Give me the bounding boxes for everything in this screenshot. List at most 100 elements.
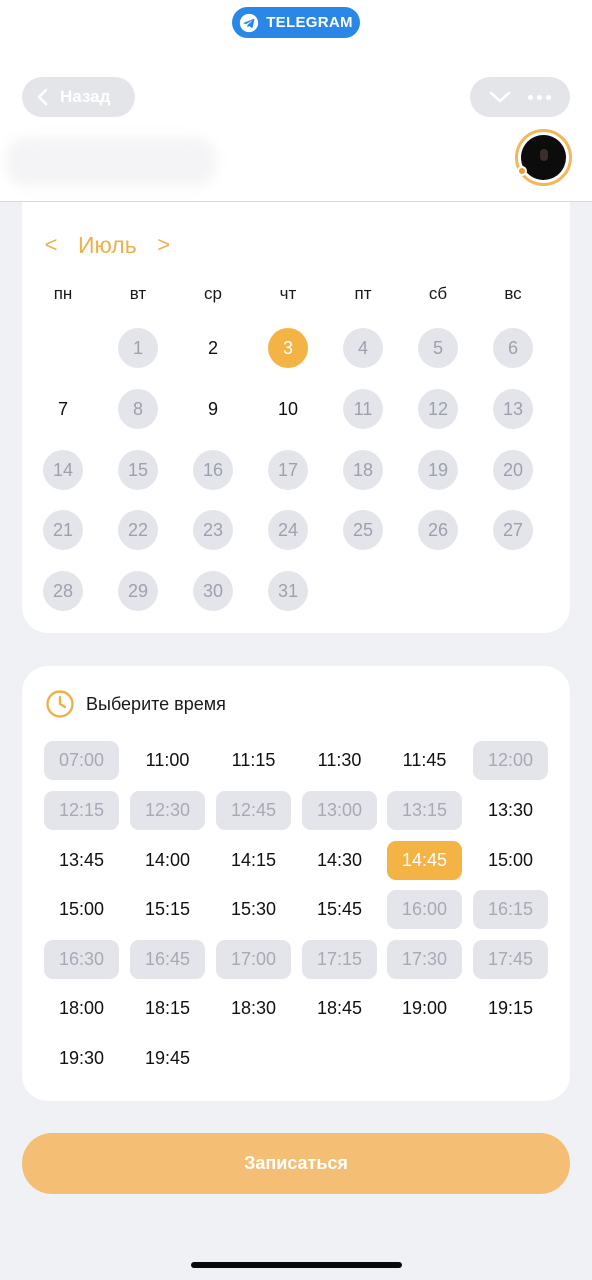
time-slot[interactable]: 19:45 — [130, 1039, 205, 1078]
calendar-day: 23 — [193, 510, 233, 550]
chevron-down-icon[interactable] — [489, 90, 511, 104]
time-slot: 16:15 — [473, 890, 548, 929]
time-slot[interactable]: 15:30 — [216, 890, 291, 929]
time-slot[interactable]: 19:00 — [387, 989, 462, 1028]
calendar-day[interactable]: 3 — [268, 328, 308, 368]
time-slot[interactable]: 15:00 — [44, 890, 119, 929]
time-header-label: Выберите время — [86, 693, 226, 714]
telegram-badge: TELEGRAM — [232, 7, 360, 38]
time-header: Выберите время — [45, 689, 226, 719]
calendar-day: 31 — [268, 571, 308, 611]
time-slot[interactable]: 13:30 — [473, 791, 548, 830]
weekday-label: ср — [204, 284, 222, 303]
weekday-label: вт — [129, 284, 147, 303]
telegram-label: TELEGRAM — [266, 14, 353, 31]
weekday-label: чт — [279, 284, 297, 303]
avatar[interactable] — [515, 129, 572, 186]
calendar-day: 4 — [343, 328, 383, 368]
time-slot: 12:00 — [473, 741, 548, 780]
time-slot: 13:15 — [387, 791, 462, 830]
time-slot[interactable]: 14:30 — [302, 841, 377, 880]
weekday-label: вс — [504, 284, 522, 303]
calendar-day: 24 — [268, 510, 308, 550]
calendar-day: 18 — [343, 450, 383, 490]
home-indicator — [191, 1262, 402, 1268]
time-slot: 17:30 — [387, 940, 462, 979]
calendar-card: < Июль > пн вт ср чт пт сб вс 1 2 3 4 5 6 7 8 9 10 11 12 1… — [22, 202, 570, 633]
time-slot: 17:00 — [216, 940, 291, 979]
calendar-day: 8 — [118, 389, 158, 429]
time-slot[interactable]: 18:15 — [130, 989, 205, 1028]
time-slot: 16:00 — [387, 890, 462, 929]
calendar-day: 15 — [118, 450, 158, 490]
calendar-day: 25 — [343, 510, 383, 550]
time-slot: 12:15 — [44, 791, 119, 830]
header-actions — [470, 77, 570, 117]
calendar-day: 17 — [268, 450, 308, 490]
time-slot[interactable]: 18:30 — [216, 989, 291, 1028]
time-slot[interactable]: 15:45 — [302, 890, 377, 929]
prev-month-button[interactable]: < — [42, 232, 60, 258]
calendar-day: 12 — [418, 389, 458, 429]
time-slot[interactable]: 19:30 — [44, 1039, 119, 1078]
back-button[interactable]: Назад — [22, 77, 135, 117]
weekday-label: пн — [53, 284, 73, 303]
more-dots-icon[interactable] — [528, 94, 552, 100]
submit-button[interactable]: Записаться — [22, 1133, 570, 1194]
calendar-day: 16 — [193, 450, 233, 490]
calendar-day[interactable]: 7 — [43, 389, 83, 429]
time-slot: 16:45 — [130, 940, 205, 979]
calendar-day: 11 — [343, 389, 383, 429]
calendar-day: 22 — [118, 510, 158, 550]
time-slot[interactable]: 11:00 — [130, 741, 205, 780]
time-slot[interactable]: 11:45 — [387, 741, 462, 780]
calendar-day: 6 — [493, 328, 533, 368]
time-slot: 17:15 — [302, 940, 377, 979]
time-slot[interactable]: 11:15 — [216, 741, 291, 780]
time-slot[interactable]: 14:15 — [216, 841, 291, 880]
calendar-day: 1 — [118, 328, 158, 368]
time-slot: 13:00 — [302, 791, 377, 830]
app-header: TELEGRAM Назад — [0, 0, 592, 202]
calendar-day[interactable]: 10 — [268, 389, 308, 429]
weekday-label: сб — [428, 284, 448, 303]
blurred-title — [6, 138, 216, 186]
calendar-day: 21 — [43, 510, 83, 550]
time-card: Выберите время 07:00 11:00 11:15 11:30 11:45… — [22, 666, 570, 1101]
time-slot[interactable]: 14:00 — [130, 841, 205, 880]
time-slot: 12:45 — [216, 791, 291, 830]
time-slot[interactable]: 11:30 — [302, 741, 377, 780]
time-slot[interactable]: 18:00 — [44, 989, 119, 1028]
time-slot[interactable]: 18:45 — [302, 989, 377, 1028]
chevron-left-icon — [37, 88, 48, 106]
time-slot: 16:30 — [44, 940, 119, 979]
telegram-plane-icon — [240, 13, 259, 32]
time-slot[interactable]: 13:45 — [44, 841, 119, 880]
calendar-day: 26 — [418, 510, 458, 550]
weekday-label: пт — [354, 284, 372, 303]
time-slot[interactable]: 15:15 — [130, 890, 205, 929]
month-label: Июль — [78, 231, 137, 258]
time-slot[interactable]: 14:45 — [387, 841, 462, 880]
month-switcher: < Июль > — [42, 230, 173, 260]
calendar-day: 27 — [493, 510, 533, 550]
clock-icon — [46, 690, 74, 718]
calendar-day[interactable]: 9 — [193, 389, 233, 429]
calendar-day: 30 — [193, 571, 233, 611]
calendar-day: 20 — [493, 450, 533, 490]
calendar-day: 13 — [493, 389, 533, 429]
time-slot: 17:45 — [473, 940, 548, 979]
calendar-day: 5 — [418, 328, 458, 368]
calendar-day[interactable]: 2 — [193, 328, 233, 368]
back-label: Назад — [60, 87, 111, 106]
time-slot[interactable]: 19:15 — [473, 989, 548, 1028]
time-slot: 12:30 — [130, 791, 205, 830]
time-slot: 07:00 — [44, 741, 119, 780]
calendar-day: 28 — [43, 571, 83, 611]
time-slot[interactable]: 15:00 — [473, 841, 548, 880]
next-month-button[interactable]: > — [155, 232, 173, 258]
calendar-day: 29 — [118, 571, 158, 611]
avatar-status-dot — [517, 166, 527, 176]
calendar-day: 19 — [418, 450, 458, 490]
calendar-day: 14 — [43, 450, 83, 490]
